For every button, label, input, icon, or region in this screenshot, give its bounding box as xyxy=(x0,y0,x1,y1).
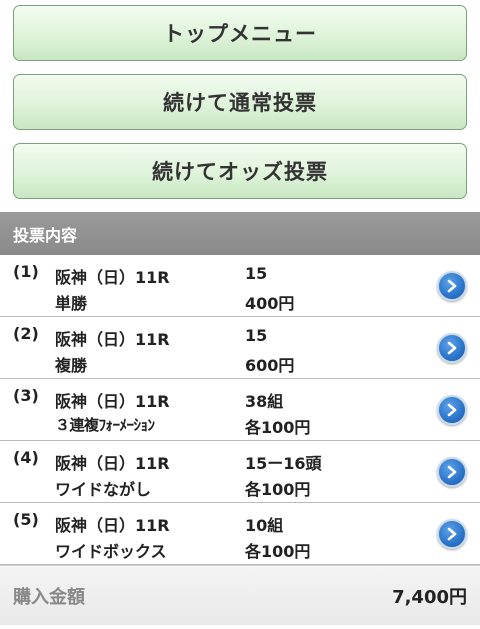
total-value: 7,400円 xyxy=(392,586,467,608)
ticket-number: (2) xyxy=(13,324,39,343)
ticket-race: 阪神（日）11R xyxy=(55,330,170,349)
top-menu-button[interactable]: トップメニュー xyxy=(13,5,467,61)
ticket-horses: 38組 xyxy=(245,392,284,411)
ticket-type: 単勝 xyxy=(55,294,88,313)
ticket-list: (1) 阪神（日）11R 単勝 15 400円 (2) 阪神（日）11R 複勝 … xyxy=(0,255,480,565)
continue-odds-vote-button[interactable]: 続けてオッズ投票 xyxy=(13,143,467,199)
ticket-row[interactable]: (3) 阪神（日）11R ３連複ﾌｫｰﾒｰｼｮﾝ 38組 各100円 xyxy=(0,379,480,441)
ticket-type: ３連複ﾌｫｰﾒｰｼｮﾝ xyxy=(55,416,155,434)
chevron-right-icon[interactable] xyxy=(437,333,467,363)
ticket-horses: 15ー16頭 xyxy=(245,454,322,473)
ticket-horses: 15 xyxy=(245,264,268,283)
ticket-type: ワイドながし xyxy=(55,480,152,499)
ticket-number: (4) xyxy=(13,448,39,467)
chevron-right-icon[interactable] xyxy=(437,519,467,549)
ticket-row[interactable]: (4) 阪神（日）11R ワイドながし 15ー16頭 各100円 xyxy=(0,441,480,503)
section-header: 投票内容 xyxy=(0,212,480,255)
ticket-amount: 400円 xyxy=(245,294,295,313)
ticket-race: 阪神（日）11R xyxy=(55,516,170,535)
menu-buttons: トップメニュー 続けて通常投票 続けてオッズ投票 xyxy=(0,0,480,199)
chevron-right-icon[interactable] xyxy=(437,457,467,487)
ticket-horses: 15 xyxy=(245,326,268,345)
ticket-type: ワイドボックス xyxy=(55,542,167,561)
total-label: 購入金額 xyxy=(13,586,85,608)
ticket-horses: 10組 xyxy=(245,516,284,535)
ticket-type: 複勝 xyxy=(55,356,88,375)
ticket-amount: 各100円 xyxy=(245,480,311,499)
ticket-race: 阪神（日）11R xyxy=(55,268,170,287)
section-title: 投票内容 xyxy=(13,225,78,245)
ticket-number: (3) xyxy=(13,386,39,405)
chevron-right-icon[interactable] xyxy=(437,395,467,425)
ticket-row[interactable]: (1) 阪神（日）11R 単勝 15 400円 xyxy=(0,255,480,317)
ticket-amount: 各100円 xyxy=(245,418,311,437)
ticket-amount: 600円 xyxy=(245,356,295,375)
ticket-race: 阪神（日）11R xyxy=(55,454,170,473)
ticket-row[interactable]: (2) 阪神（日）11R 複勝 15 600円 xyxy=(0,317,480,379)
ticket-race: 阪神（日）11R xyxy=(55,392,170,411)
ticket-row[interactable]: (5) 阪神（日）11R ワイドボックス 10組 各100円 xyxy=(0,503,480,565)
ticket-number: (5) xyxy=(13,510,39,529)
continue-normal-vote-button[interactable]: 続けて通常投票 xyxy=(13,74,467,130)
chevron-right-icon[interactable] xyxy=(437,271,467,301)
ticket-number: (1) xyxy=(13,262,39,281)
ticket-amount: 各100円 xyxy=(245,542,311,561)
total-row: 購入金額 7,400円 xyxy=(0,565,480,625)
